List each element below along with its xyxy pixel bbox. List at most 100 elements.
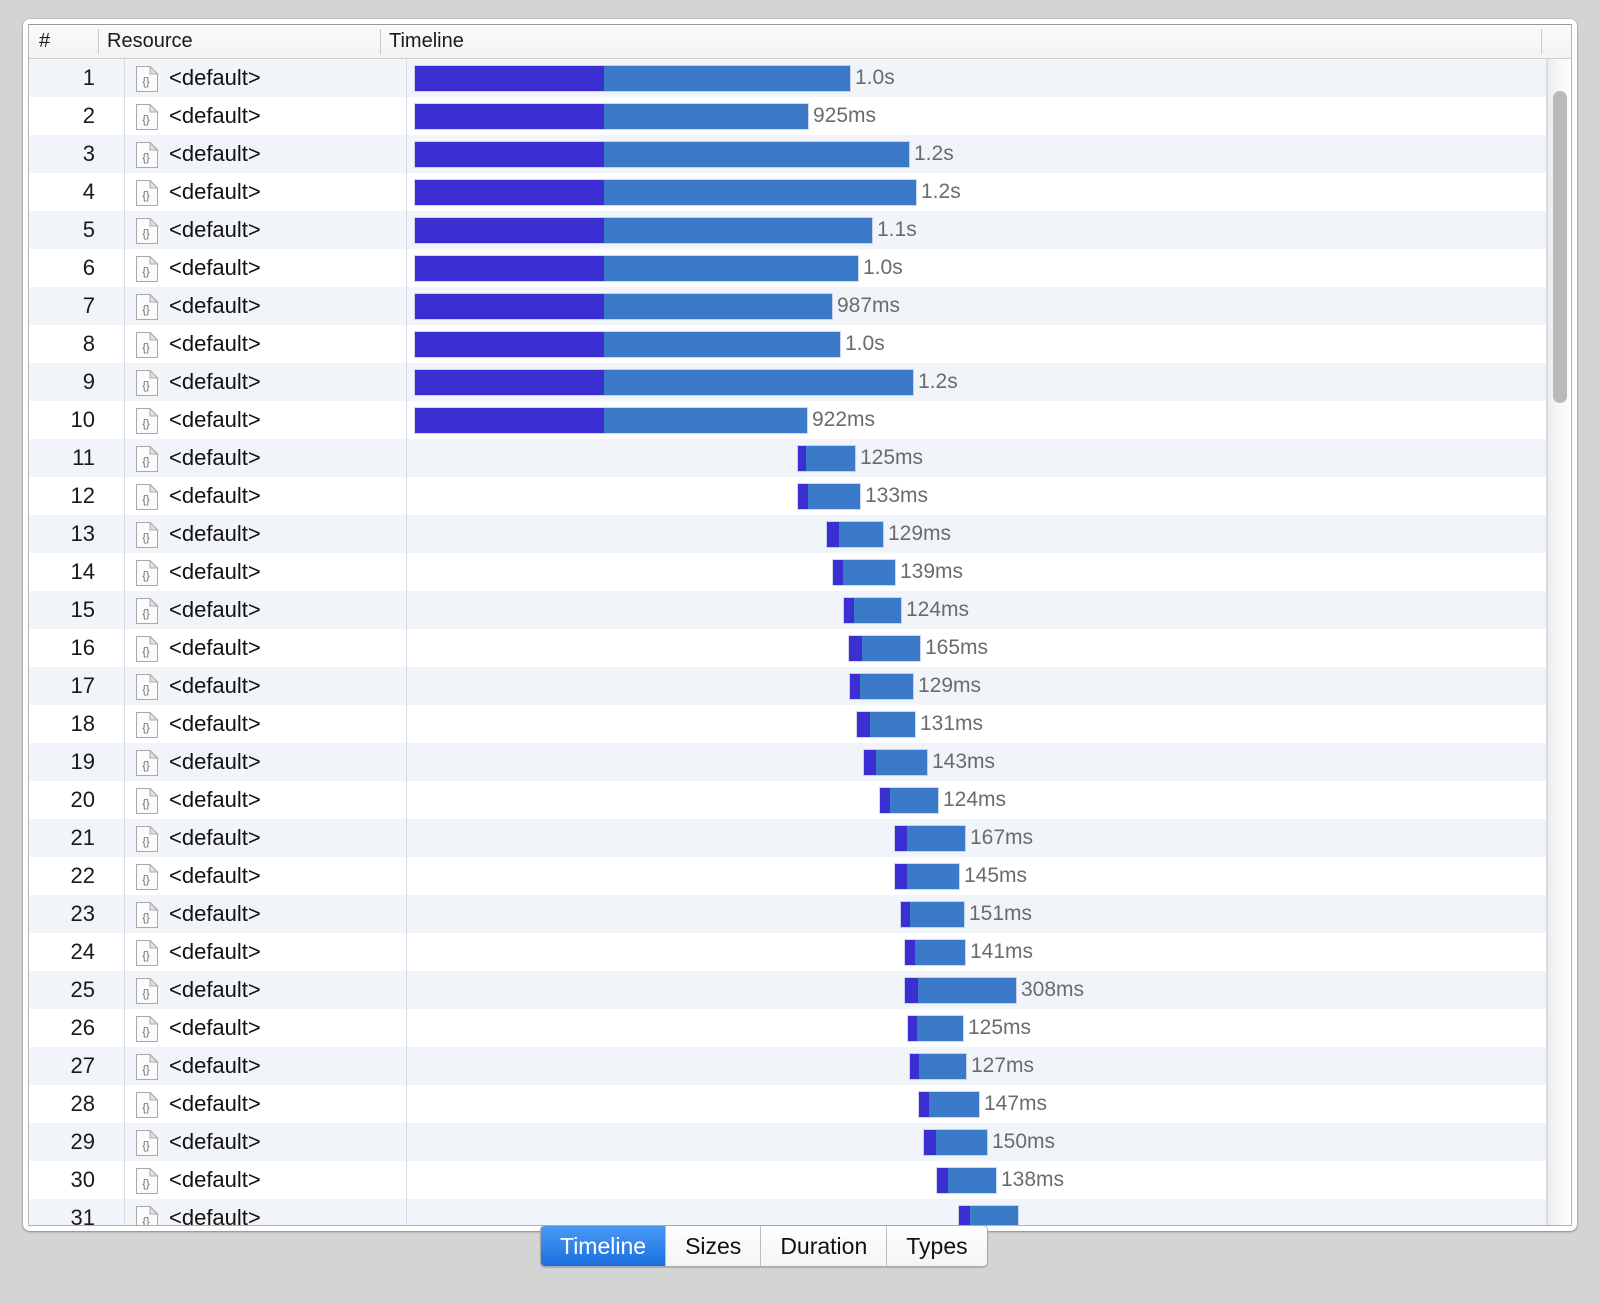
svg-text:{}: {} xyxy=(142,874,150,886)
table-row[interactable]: 3 {} <default> 1.2s xyxy=(29,135,1547,173)
resource-name: <default> xyxy=(169,749,261,774)
table-row[interactable]: 26 {} <default> 125ms xyxy=(29,1009,1547,1047)
table-row[interactable]: 7 {} <default> 987ms xyxy=(29,287,1547,325)
timeline-duration-label: 987ms xyxy=(837,294,901,317)
table-row[interactable]: 21 {} <default> 167ms xyxy=(29,819,1547,857)
timeline-bar-response-segment xyxy=(915,940,965,965)
table-row[interactable]: 14 {} <default> 139ms xyxy=(29,553,1547,591)
timeline-bar-response-segment xyxy=(870,712,915,737)
row-separator-number-resource xyxy=(124,401,125,439)
svg-text:{}: {} xyxy=(142,608,150,620)
table-row[interactable]: 25 {} <default> 308ms xyxy=(29,971,1547,1009)
svg-text:{}: {} xyxy=(142,1026,150,1038)
table-row[interactable]: 1 {} <default> 1.0s xyxy=(29,59,1547,97)
table-row[interactable]: 24 {} <default> 141ms xyxy=(29,933,1547,971)
row-separator-number-resource xyxy=(124,249,125,287)
row-number: 9 xyxy=(82,369,95,394)
timeline-bar[interactable] xyxy=(924,1130,987,1155)
tab-sizes[interactable]: Sizes xyxy=(666,1226,762,1266)
table-row[interactable]: 18 {} <default> 131ms xyxy=(29,705,1547,743)
table-row[interactable]: 10 {} <default> 922ms xyxy=(29,401,1547,439)
timeline-bar[interactable] xyxy=(415,408,807,433)
tab-types[interactable]: Types xyxy=(887,1226,987,1266)
table-row[interactable]: 8 {} <default> 1.0s xyxy=(29,325,1547,363)
timeline-bar[interactable] xyxy=(415,332,840,357)
timeline-bar[interactable] xyxy=(798,484,860,509)
table-row[interactable]: 22 {} <default> 145ms xyxy=(29,857,1547,895)
svg-text:{}: {} xyxy=(142,722,150,734)
table-row[interactable]: 29 {} <default> 150ms xyxy=(29,1123,1547,1161)
resource-name: <default> xyxy=(169,939,261,964)
scrollbar-thumb[interactable] xyxy=(1553,91,1567,403)
timeline-bar-request-segment xyxy=(415,408,604,433)
timeline-bar[interactable] xyxy=(937,1168,996,1193)
timeline-bar-response-segment xyxy=(910,902,964,927)
timeline-bar[interactable] xyxy=(833,560,895,585)
table-row[interactable]: 23 {} <default> 151ms xyxy=(29,895,1547,933)
table-row[interactable]: 28 {} <default> 147ms xyxy=(29,1085,1547,1123)
timeline-bar[interactable] xyxy=(850,674,913,699)
table-row[interactable]: 30 {} <default> 138ms xyxy=(29,1161,1547,1199)
timeline-bar[interactable] xyxy=(827,522,883,547)
table-row[interactable]: 20 {} <default> 124ms xyxy=(29,781,1547,819)
table-row[interactable]: 5 {} <default> 1.1s xyxy=(29,211,1547,249)
timeline-bar[interactable] xyxy=(959,1206,1018,1225)
timeline-bar[interactable] xyxy=(415,66,850,91)
table-row[interactable]: 17 {} <default> 129ms xyxy=(29,667,1547,705)
column-header-resource[interactable]: Resource xyxy=(107,25,193,58)
column-header-number[interactable]: # xyxy=(39,25,50,58)
table-row[interactable]: 2 {} <default> 925ms xyxy=(29,97,1547,135)
timeline-bar[interactable] xyxy=(864,750,927,775)
timeline-bar[interactable] xyxy=(798,446,855,471)
timeline-bar[interactable] xyxy=(908,1016,963,1041)
table-row[interactable]: 4 {} <default> 1.2s xyxy=(29,173,1547,211)
timeline-duration-label: 129ms xyxy=(888,522,952,545)
json-file-icon: {} xyxy=(135,863,159,890)
svg-text:{}: {} xyxy=(142,114,150,126)
timeline-bar[interactable] xyxy=(919,1092,979,1117)
svg-text:{}: {} xyxy=(142,266,150,278)
tab-duration[interactable]: Duration xyxy=(761,1226,888,1266)
timeline-bar[interactable] xyxy=(895,826,965,851)
timeline-bar[interactable] xyxy=(415,142,909,167)
table-row[interactable]: 15 {} <default> 124ms xyxy=(29,591,1547,629)
column-header-timeline[interactable]: Timeline xyxy=(389,25,464,58)
table-row[interactable]: 9 {} <default> 1.2s xyxy=(29,363,1547,401)
table-row[interactable]: 11 {} <default> 125ms xyxy=(29,439,1547,477)
timeline-bar[interactable] xyxy=(415,294,832,319)
timeline-bar-response-segment xyxy=(604,104,808,129)
tab-timeline[interactable]: Timeline xyxy=(541,1226,667,1266)
timeline-bar[interactable] xyxy=(415,104,808,129)
timeline-bar[interactable] xyxy=(849,636,920,661)
resource-name: <default> xyxy=(169,1167,261,1192)
table-row[interactable]: 27 {} <default> 127ms xyxy=(29,1047,1547,1085)
table-row[interactable]: 12 {} <default> 133ms xyxy=(29,477,1547,515)
row-separator-number-resource xyxy=(124,1009,125,1047)
resource-name: <default> xyxy=(169,1091,261,1116)
table-row[interactable]: 19 {} <default> 143ms xyxy=(29,743,1547,781)
timeline-bar[interactable] xyxy=(901,902,964,927)
timeline-bar[interactable] xyxy=(415,370,913,395)
timeline-bar[interactable] xyxy=(415,180,916,205)
timeline-bar[interactable] xyxy=(844,598,901,623)
timeline-bar[interactable] xyxy=(910,1054,966,1079)
timeline-duration-label: 127ms xyxy=(971,1054,1035,1077)
timeline-bar[interactable] xyxy=(905,978,1016,1003)
svg-text:{}: {} xyxy=(142,1140,150,1152)
table-row[interactable]: 16 {} <default> 165ms xyxy=(29,629,1547,667)
timeline-bar[interactable] xyxy=(905,940,965,965)
vertical-scrollbar[interactable] xyxy=(1547,59,1571,1225)
view-mode-tabbar[interactable]: Timeline Sizes Duration Types xyxy=(540,1225,988,1267)
table-row[interactable]: 31 {} <default> xyxy=(29,1199,1547,1225)
table-row[interactable]: 6 {} <default> 1.0s xyxy=(29,249,1547,287)
row-separator-resource-timeline xyxy=(406,857,407,895)
timeline-bar[interactable] xyxy=(415,218,872,243)
table-row[interactable]: 13 {} <default> 129ms xyxy=(29,515,1547,553)
timeline-bar[interactable] xyxy=(880,788,938,813)
timeline-bar[interactable] xyxy=(857,712,915,737)
svg-text:{}: {} xyxy=(142,988,150,1000)
row-separator-number-resource xyxy=(124,439,125,477)
row-number: 22 xyxy=(70,863,95,888)
timeline-bar[interactable] xyxy=(415,256,858,281)
timeline-bar[interactable] xyxy=(895,864,959,889)
